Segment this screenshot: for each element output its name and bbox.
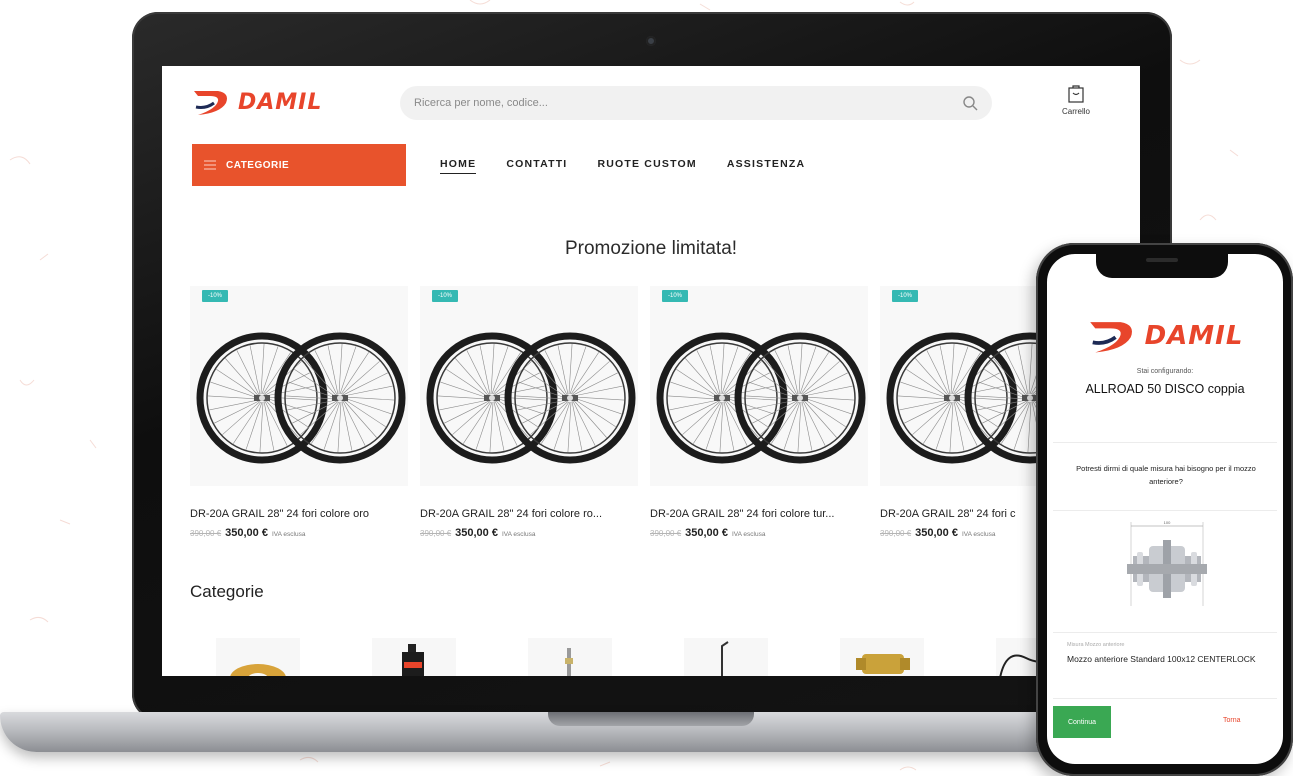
category-hubs[interactable] — [840, 638, 924, 676]
sale-price: 350,00 € — [915, 527, 958, 539]
product-name[interactable]: DR-20A GRAIL 28" 24 fori colore ro... — [420, 508, 632, 520]
divider — [1053, 698, 1277, 699]
product-price: 390,00 € 350,00 € IVA esclusa — [420, 527, 638, 539]
product-price: 390,00 € 350,00 € IVA esclusa — [190, 527, 408, 539]
search-bar[interactable] — [400, 86, 992, 120]
nav-assistenza[interactable]: ASSISTENZA — [727, 158, 806, 174]
gold-hub-image — [856, 654, 910, 674]
cart-label: Carrello — [1061, 107, 1090, 116]
configuring-label: Stai configurando: — [1136, 368, 1194, 375]
category-spokes[interactable] — [684, 638, 768, 676]
sale-price: 350,00 € — [455, 527, 498, 539]
laptop-camera — [646, 36, 656, 46]
old-price: 390,00 € — [190, 529, 222, 538]
continue-button[interactable]: Continua — [1053, 706, 1111, 738]
product-image[interactable]: -10% — [650, 286, 868, 486]
product-image[interactable]: -10% — [420, 286, 638, 486]
spoke-image — [721, 641, 729, 676]
menu-icon — [204, 160, 216, 170]
categories-section-title: Categorie — [190, 582, 264, 601]
main-nav: HOME CONTATTI RUOTE CUSTOM ASSISTENZA — [440, 158, 805, 174]
laptop-opening-notch — [548, 712, 754, 726]
category-valves[interactable] — [528, 638, 612, 676]
diagram-dimension-label: 100 — [1164, 520, 1171, 525]
back-link[interactable]: Torna — [1223, 717, 1241, 724]
search-icon[interactable] — [962, 95, 978, 111]
old-price: 390,00 € — [650, 529, 682, 538]
bottle-image — [402, 644, 424, 676]
product-price: 390,00 € 350,00 € IVA esclusa — [650, 527, 868, 539]
configured-product-name: ALLROAD 50 DISCO coppia — [1085, 382, 1245, 396]
logo-text: DAMIL — [238, 89, 323, 115]
categories-label: CATEGORIE — [226, 159, 290, 171]
nav-home[interactable]: HOME — [440, 158, 477, 174]
hub-field-label: Misura Mozzo anteriore — [1067, 642, 1125, 648]
vat-note: IVA esclusa — [961, 531, 996, 538]
valve-image — [565, 648, 573, 676]
vat-note: IVA esclusa — [271, 531, 306, 538]
hub-selected-option[interactable]: Mozzo anteriore Standard 100x12 CENTERLO… — [1067, 652, 1263, 667]
product-name[interactable]: DR-20A GRAIL 28" 24 fori colore tur... — [650, 508, 862, 520]
product-image[interactable]: -10% — [190, 286, 408, 486]
category-list — [216, 638, 1116, 676]
site-logo[interactable]: DAMIL — [192, 84, 342, 120]
phone-notch — [1096, 250, 1228, 278]
logo-swoosh-icon — [1089, 322, 1132, 353]
hub-diagram-image: 100 — [1127, 520, 1207, 606]
vat-note: IVA esclusa — [731, 531, 766, 538]
cart-icon — [1068, 85, 1084, 103]
product-card[interactable]: -10% DR-20A GRAIL 28" 24 fori colore oro… — [190, 286, 408, 539]
configurator-question: Potresti dirmi di quale misura hai bisog… — [1076, 464, 1256, 486]
discount-badge: -10% — [662, 290, 688, 302]
wheel-pair-image — [196, 332, 406, 464]
promo-title: Promozione limitata! — [564, 238, 738, 259]
product-card[interactable]: -10% DR-20A GRAIL 28" 24 fori colore ro.… — [420, 286, 638, 539]
logo-text: DAMIL — [1144, 321, 1244, 351]
categories-menu-button[interactable]: CATEGORIE — [192, 144, 406, 186]
nav-ruote-custom[interactable]: RUOTE CUSTOM — [597, 158, 696, 174]
old-price: 390,00 € — [880, 529, 912, 538]
divider — [1053, 510, 1277, 511]
product-carousel: -10% DR-20A GRAIL 28" 24 fori colore oro… — [190, 286, 1140, 556]
discount-badge: -10% — [892, 290, 918, 302]
search-input[interactable] — [414, 97, 962, 109]
divider — [1053, 632, 1277, 633]
category-tape[interactable] — [216, 638, 300, 676]
product-card[interactable]: -10% DR-20A GRAIL 28" 24 fori colore tur… — [650, 286, 868, 539]
logo-swoosh-icon — [194, 91, 227, 115]
discount-badge: -10% — [202, 290, 228, 302]
cart-button[interactable]: Carrello — [1056, 84, 1096, 116]
sale-price: 350,00 € — [685, 527, 728, 539]
category-sealant[interactable] — [372, 638, 456, 676]
product-name[interactable]: DR-20A GRAIL 28" 24 fori colore oro — [190, 508, 402, 520]
divider — [1053, 442, 1277, 443]
wheel-pair-image — [656, 332, 866, 464]
tape-roll-image — [230, 664, 286, 676]
phone-speaker — [1146, 258, 1178, 262]
wheel-pair-image — [426, 332, 636, 464]
discount-badge: -10% — [432, 290, 458, 302]
phone-screen: DAMIL Stai configurando: ALLROAD 50 DISC… — [1047, 254, 1283, 764]
laptop-screen: DAMIL Carrello CATEGORIE HOME CONTATTI R… — [162, 66, 1140, 676]
old-price: 390,00 € — [420, 529, 452, 538]
nav-contatti[interactable]: CONTATTI — [506, 158, 567, 174]
phone-logo[interactable]: DAMIL — [1055, 316, 1275, 356]
vat-note: IVA esclusa — [501, 531, 536, 538]
sale-price: 350,00 € — [225, 527, 268, 539]
